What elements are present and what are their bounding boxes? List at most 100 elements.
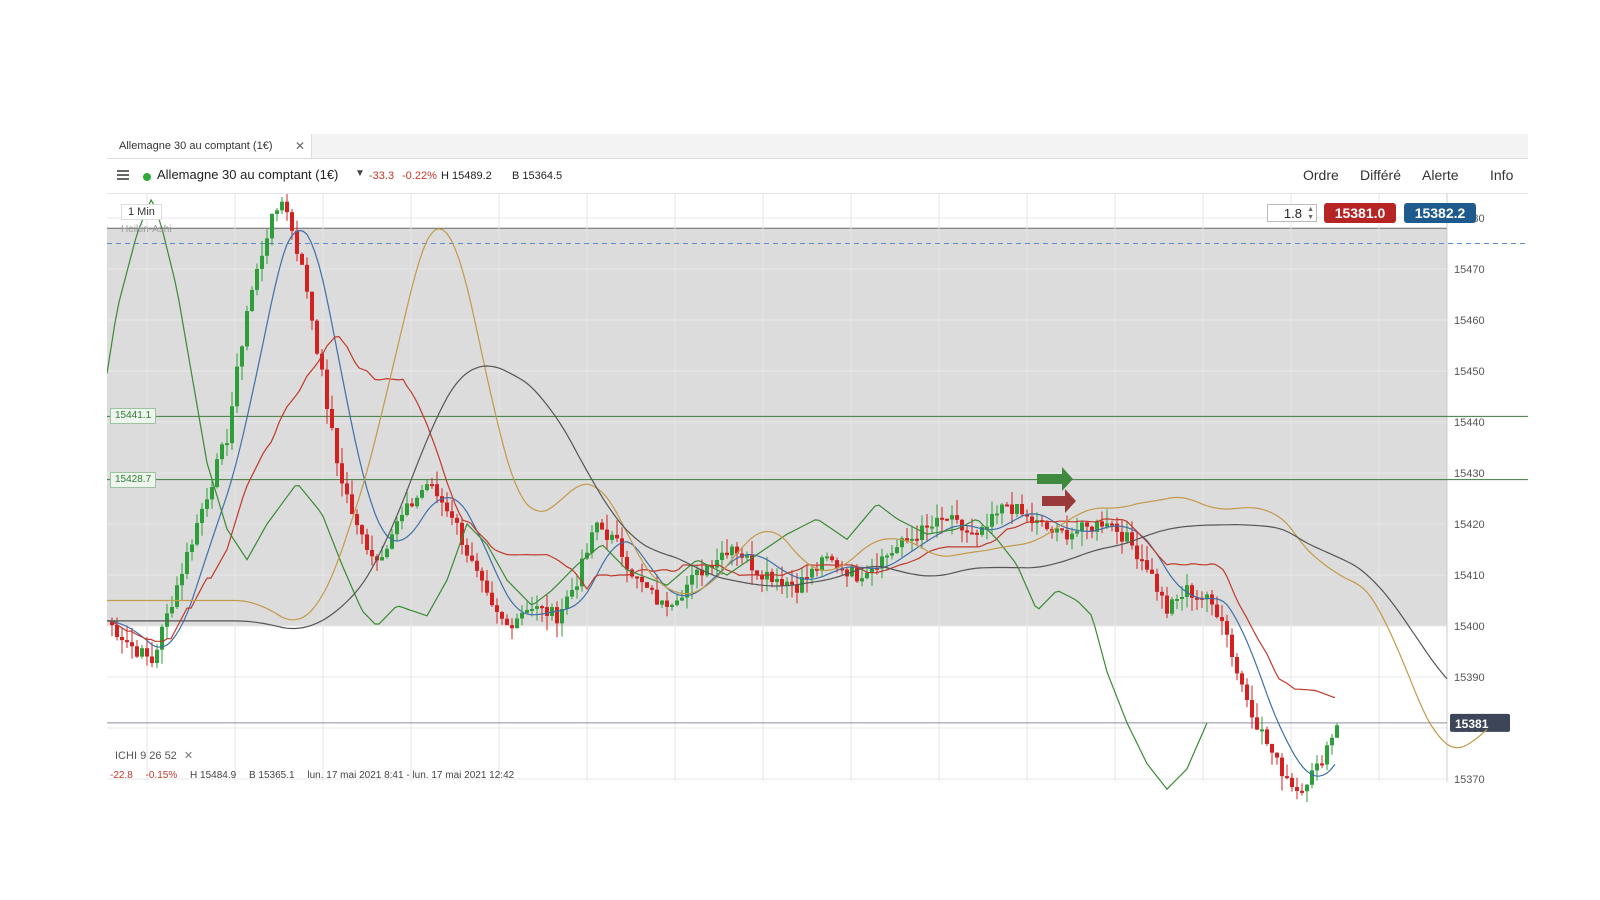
deferred-order-button[interactable]: Différé <box>1360 167 1401 183</box>
candle-body <box>250 289 254 312</box>
info-button[interactable]: Info <box>1490 167 1513 183</box>
candle-body <box>790 581 794 585</box>
buy-button[interactable]: 15382.2 <box>1404 203 1476 223</box>
candle-body <box>130 642 134 647</box>
candle-body <box>225 443 229 446</box>
candle-body <box>1175 598 1179 601</box>
candle-body <box>640 576 644 583</box>
candle-body <box>420 490 424 498</box>
candle-body <box>1145 560 1149 570</box>
candle-body <box>540 606 544 609</box>
candle-body <box>135 646 139 657</box>
candle-body <box>245 311 249 347</box>
candle-body <box>125 640 129 643</box>
close-icon[interactable]: ✕ <box>295 134 305 158</box>
candle-body <box>355 514 359 526</box>
candle-body <box>655 589 659 605</box>
candle-body <box>510 625 514 629</box>
candle-body <box>285 201 289 213</box>
candle-body <box>1305 784 1309 792</box>
candle-body <box>170 606 174 614</box>
candle-body <box>340 463 344 484</box>
candle-body <box>925 525 929 528</box>
candle-body <box>950 515 954 520</box>
range-change: -22.8 <box>110 770 133 781</box>
candle-body <box>1275 752 1279 758</box>
candle-body <box>145 648 149 657</box>
candle-body <box>895 547 899 554</box>
candle-body <box>115 625 119 637</box>
candle-body <box>1060 528 1064 531</box>
candle-body <box>1115 523 1119 532</box>
y-tick-label: 15420 <box>1454 519 1485 531</box>
candle-body <box>590 532 594 553</box>
candle-body <box>930 526 934 529</box>
candle-body <box>325 369 329 409</box>
y-tick-label: 15430 <box>1454 468 1485 480</box>
candle-body <box>1225 620 1229 635</box>
candle-body <box>945 518 949 521</box>
candle-body <box>185 551 189 574</box>
candle-body <box>780 579 784 586</box>
candle-body <box>500 612 504 619</box>
candle-body <box>1100 521 1104 527</box>
alert-button[interactable]: Alerte <box>1422 167 1459 183</box>
candle-body <box>955 515 959 520</box>
range-high: H 15484.9 <box>190 770 237 781</box>
candle-body <box>1230 634 1234 658</box>
candle-body <box>230 406 234 444</box>
price-chart[interactable]: 1548015470154601545015440154301542015410… <box>107 193 1528 802</box>
order-button[interactable]: Ordre <box>1303 167 1339 183</box>
indicator-param: 52 <box>164 750 177 762</box>
chart-canvas[interactable]: 1548015470154601545015440154301542015410… <box>107 193 1528 802</box>
candle-body <box>1015 504 1019 514</box>
chevron-down-icon[interactable]: ▼ <box>355 168 365 179</box>
candle-body <box>600 522 604 530</box>
candle-body <box>1065 529 1069 540</box>
level-label[interactable]: 15441.1 <box>110 408 157 425</box>
instrument-header: Allemagne 30 au comptant (1€) ▼ -33.3 -0… <box>107 159 1528 194</box>
stepper-arrows-icon[interactable]: ▲ ▼ <box>1307 206 1314 222</box>
candle-body <box>705 564 709 576</box>
candle-body <box>505 618 509 626</box>
candle-body <box>445 502 449 512</box>
candle-body <box>810 568 814 578</box>
candle-body <box>765 571 769 580</box>
range-stats: -22.8 -0.15% H 15484.9 B 15365.1 lun. 17… <box>110 770 524 781</box>
price-change-pct: -0.22% <box>402 170 437 182</box>
candle-body <box>475 560 479 571</box>
y-tick-label: 15440 <box>1454 417 1485 429</box>
remove-indicator-icon[interactable]: ✕ <box>184 750 193 762</box>
candle-body <box>660 600 664 605</box>
candle-body <box>260 255 264 269</box>
candle-body <box>205 499 209 509</box>
candle-body <box>180 573 184 586</box>
candle-body <box>310 291 314 321</box>
indicator-param: 26 <box>149 750 162 762</box>
y-tick-label: 15400 <box>1454 621 1485 633</box>
candle-body <box>1245 684 1249 700</box>
indicator-legend: ICHI 9 26 52 ✕ <box>115 749 193 762</box>
candle-body <box>720 552 724 561</box>
menu-icon[interactable] <box>117 170 129 180</box>
candle-body <box>565 596 569 610</box>
y-tick-label: 15470 <box>1454 264 1485 276</box>
y-tick-label: 15370 <box>1454 774 1485 786</box>
candle-body <box>155 649 159 664</box>
tab-bar: Allemagne 30 au comptant (1€) ✕ <box>107 134 1528 159</box>
timeframe-selector[interactable]: 1 Min <box>121 204 162 220</box>
candle-body <box>140 648 144 657</box>
instrument-tab[interactable]: Allemagne 30 au comptant (1€) ✕ <box>107 134 312 158</box>
candle-body <box>725 552 729 556</box>
candle-body <box>295 230 299 254</box>
candle-body <box>370 549 374 557</box>
candle-body <box>990 513 994 527</box>
candle-body <box>825 556 829 559</box>
candle-body <box>515 618 519 629</box>
level-label[interactable]: 15428.7 <box>110 471 157 488</box>
candle-body <box>885 555 889 558</box>
candle-body <box>530 608 534 611</box>
quantity-stepper[interactable]: 1.8 ▲ ▼ <box>1267 204 1317 222</box>
sell-button[interactable]: 15381.0 <box>1324 203 1396 223</box>
price-change: -33.3 <box>369 170 395 182</box>
